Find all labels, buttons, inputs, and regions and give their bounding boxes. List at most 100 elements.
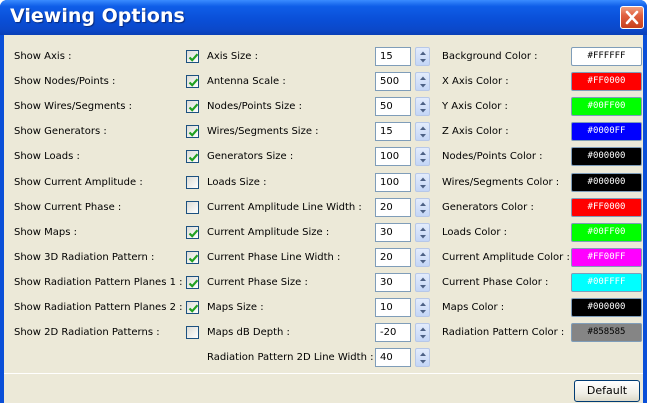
size-value-field[interactable]: 50 bbox=[375, 97, 411, 116]
color-swatch-button[interactable]: #FFFFFF bbox=[571, 47, 642, 66]
close-button[interactable] bbox=[620, 6, 644, 29]
spin-button[interactable] bbox=[415, 273, 430, 292]
spin-arrows-icon bbox=[420, 151, 426, 163]
spin-button[interactable] bbox=[415, 248, 430, 267]
color-option-label: Radiation Pattern Color : bbox=[442, 327, 565, 338]
size-value-field[interactable]: 500 bbox=[375, 72, 411, 91]
size-option-label: Radiation Pattern 2D Line Width : bbox=[207, 352, 374, 363]
show-option-label: Show Current Phase : bbox=[14, 202, 122, 213]
show-option-label: Show Current Amplitude : bbox=[14, 177, 143, 188]
spin-button[interactable] bbox=[415, 198, 430, 217]
spin-button[interactable] bbox=[415, 147, 430, 166]
color-swatch-button[interactable]: #00FF00 bbox=[571, 223, 642, 242]
size-value-field[interactable]: 30 bbox=[375, 273, 411, 292]
show-option-checkbox[interactable] bbox=[186, 301, 199, 314]
color-option-label: Current Amplitude Color : bbox=[442, 252, 570, 263]
size-option-label: Axis Size : bbox=[207, 51, 259, 62]
spin-arrows-icon bbox=[420, 101, 426, 113]
show-option-checkbox[interactable] bbox=[186, 100, 199, 113]
show-option-label: Show Maps : bbox=[14, 227, 78, 238]
show-option-checkbox[interactable] bbox=[186, 75, 199, 88]
show-option-checkbox[interactable] bbox=[186, 251, 199, 264]
default-button[interactable]: Default bbox=[574, 380, 640, 402]
size-option-label: Maps dB Depth : bbox=[207, 327, 290, 338]
spin-arrows-icon bbox=[420, 277, 426, 289]
size-value-field[interactable]: 15 bbox=[375, 122, 411, 141]
checkmark-icon bbox=[188, 53, 199, 62]
size-value-field[interactable]: 20 bbox=[375, 198, 411, 217]
spin-button[interactable] bbox=[415, 323, 430, 342]
color-swatch-button[interactable]: #00FFFF bbox=[571, 273, 642, 292]
show-option-label: Show Radiation Pattern Planes 2 : bbox=[14, 302, 183, 313]
size-option-label: Maps Size : bbox=[207, 302, 264, 313]
show-option-checkbox[interactable] bbox=[186, 226, 199, 239]
size-value-field[interactable]: 10 bbox=[375, 298, 411, 317]
size-option-label: Current Phase Size : bbox=[207, 277, 308, 288]
show-option-label: Show Radiation Pattern Planes 1 : bbox=[14, 277, 183, 288]
size-option-label: Antenna Scale : bbox=[207, 76, 286, 87]
show-option-label: Show Generators : bbox=[14, 126, 107, 137]
checkmark-icon bbox=[188, 229, 199, 238]
color-swatch-button[interactable]: #000000 bbox=[571, 298, 642, 317]
size-value-field[interactable]: 20 bbox=[375, 248, 411, 267]
show-option-checkbox[interactable] bbox=[186, 276, 199, 289]
color-swatch-button[interactable]: #000000 bbox=[571, 173, 642, 192]
size-value-field[interactable]: 40 bbox=[375, 348, 411, 367]
size-option-label: Loads Size : bbox=[207, 177, 267, 188]
show-option-label: Show Nodes/Points : bbox=[14, 76, 116, 87]
title-bar[interactable]: Viewing Options bbox=[0, 0, 647, 35]
spin-button[interactable] bbox=[415, 122, 430, 141]
show-option-checkbox[interactable] bbox=[186, 201, 199, 214]
spin-arrows-icon bbox=[420, 76, 426, 88]
viewing-options-window: Viewing Options Default Show Axis : Show … bbox=[0, 0, 647, 403]
color-option-label: Y Axis Color : bbox=[442, 101, 508, 112]
spin-button[interactable] bbox=[415, 97, 430, 116]
color-swatch-button[interactable]: #00FF00 bbox=[571, 97, 642, 116]
show-option-label: Show Wires/Segments : bbox=[14, 101, 132, 112]
size-option-label: Wires/Segments Size : bbox=[207, 126, 319, 137]
checkmark-icon bbox=[188, 128, 199, 137]
color-swatch-button[interactable]: #FF00FF bbox=[571, 248, 642, 267]
size-value-field[interactable]: 100 bbox=[375, 173, 411, 192]
color-swatch-button[interactable]: #FF0000 bbox=[571, 198, 642, 217]
show-option-checkbox[interactable] bbox=[186, 150, 199, 163]
spin-button[interactable] bbox=[415, 348, 430, 367]
size-value-field[interactable]: 100 bbox=[375, 147, 411, 166]
size-option-label: Current Phase Line Width : bbox=[207, 252, 341, 263]
show-option-checkbox[interactable] bbox=[186, 176, 199, 189]
spin-button[interactable] bbox=[415, 223, 430, 242]
size-value-field[interactable]: 30 bbox=[375, 223, 411, 242]
spin-arrows-icon bbox=[420, 227, 426, 239]
checkmark-icon bbox=[188, 78, 199, 87]
spin-arrows-icon bbox=[420, 252, 426, 264]
checkmark-icon bbox=[188, 153, 199, 162]
color-option-label: Z Axis Color : bbox=[442, 126, 509, 137]
color-option-label: Current Phase Color : bbox=[442, 277, 549, 288]
color-option-label: Generators Color : bbox=[442, 202, 534, 213]
show-option-checkbox[interactable] bbox=[186, 326, 199, 339]
spin-arrows-icon bbox=[420, 302, 426, 314]
show-option-checkbox[interactable] bbox=[186, 125, 199, 138]
color-swatch-button[interactable]: #858585 bbox=[571, 323, 642, 342]
show-option-label: Show 3D Radiation Pattern : bbox=[14, 252, 155, 263]
spin-arrows-icon bbox=[420, 126, 426, 138]
size-value-field[interactable]: 15 bbox=[375, 47, 411, 66]
spin-arrows-icon bbox=[420, 51, 426, 63]
color-option-label: Maps Color : bbox=[442, 302, 505, 313]
size-option-label: Current Amplitude Line Width : bbox=[207, 202, 362, 213]
spin-button[interactable] bbox=[415, 47, 430, 66]
size-option-label: Nodes/Points Size : bbox=[207, 101, 302, 112]
show-option-label: Show Loads : bbox=[14, 151, 80, 162]
color-swatch-button[interactable]: #000000 bbox=[571, 147, 642, 166]
size-value-field[interactable]: -20 bbox=[375, 323, 411, 342]
spin-button[interactable] bbox=[415, 298, 430, 317]
spin-button[interactable] bbox=[415, 72, 430, 91]
color-swatch-button[interactable]: #FF0000 bbox=[571, 72, 642, 91]
show-option-checkbox[interactable] bbox=[186, 50, 199, 63]
checkmark-icon bbox=[188, 103, 199, 112]
spin-arrows-icon bbox=[420, 327, 426, 339]
spin-button[interactable] bbox=[415, 173, 430, 192]
checkmark-icon bbox=[188, 304, 199, 313]
color-swatch-button[interactable]: #0000FF bbox=[571, 122, 642, 141]
color-option-label: X Axis Color : bbox=[442, 76, 509, 87]
